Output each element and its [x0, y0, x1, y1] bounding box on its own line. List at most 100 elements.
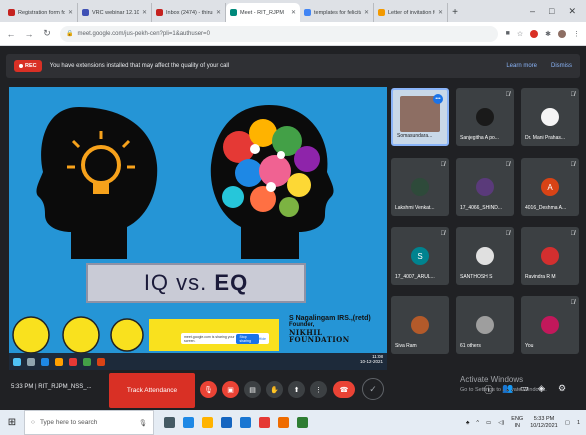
- participant-tile[interactable]: ••• Somasundara...: [391, 88, 449, 146]
- browser-tab[interactable]: VRC webinar 12.10.20✕: [78, 3, 152, 22]
- stop-sharing-button[interactable]: Stop sharing: [236, 333, 259, 344]
- participant-tile[interactable]: S 🎙̸ 17_4007_ARUL...: [391, 227, 449, 285]
- microphone-icon[interactable]: 🎙: [139, 419, 147, 427]
- lang-line2: IN: [514, 422, 520, 429]
- tab-close-icon[interactable]: ✕: [291, 9, 296, 16]
- participant-name: 4016_Deshma A...: [525, 205, 567, 211]
- learn-more-link[interactable]: Learn more: [506, 63, 537, 69]
- new-tab-button[interactable]: +: [448, 3, 462, 22]
- taskbar-clock[interactable]: 5:33 PM 10/12/2021: [530, 416, 558, 430]
- participant-name: SANTHOSH S: [460, 274, 493, 280]
- mic-off-icon[interactable]: 🎙: [200, 381, 217, 398]
- menu-icon[interactable]: ⋮: [573, 30, 580, 38]
- extension-icon[interactable]: [530, 29, 539, 38]
- browser-tab[interactable]: Meet - RIT_RJPM ✕: [226, 3, 300, 22]
- forward-icon[interactable]: →: [24, 29, 34, 39]
- network-icon[interactable]: ▭: [486, 420, 491, 426]
- lock-icon[interactable]: 🔒: [66, 30, 73, 37]
- tab-strip: Registration form for✕VRC webinar 12.10.…: [0, 0, 586, 22]
- participant-name: Siva Ram: [395, 343, 417, 349]
- chrome-icon[interactable]: [259, 417, 270, 428]
- participant-name: Sanjegitha A po...: [460, 135, 499, 141]
- attendance-check-icon[interactable]: ✓: [362, 378, 384, 400]
- participant-avatar: [541, 316, 559, 334]
- browser-tab[interactable]: Inbox (2474) - thirum ✕: [152, 3, 226, 22]
- camera-icon[interactable]: ■: [506, 30, 510, 37]
- recording-badge: REC: [14, 60, 42, 72]
- store-icon[interactable]: [221, 417, 232, 428]
- participant-tile[interactable]: 🎙̸ Sanjegitha A po...: [456, 88, 514, 146]
- participant-tile[interactable]: 🎙̸ Ravindra R M: [521, 227, 579, 285]
- tab-label: Letter of invitation fo: [388, 9, 435, 16]
- track-attendance-button[interactable]: Track Attendance: [109, 373, 195, 408]
- chevron-up-icon[interactable]: ^: [476, 420, 479, 426]
- browser-tab[interactable]: Registration form for ✕: [4, 3, 78, 22]
- people-tray-icon[interactable]: ♣: [466, 420, 470, 426]
- end-call-button[interactable]: ☎: [333, 381, 355, 398]
- meet-area: REC You have extensions installed that m…: [0, 47, 586, 410]
- participant-tile[interactable]: A 🎙̸ 4016_Deshma A...: [521, 158, 579, 216]
- chat-icon[interactable]: ▭: [520, 383, 529, 394]
- tab-close-icon[interactable]: ✕: [68, 9, 73, 16]
- tab-close-icon[interactable]: ✕: [364, 9, 369, 16]
- captions-icon[interactable]: ▤: [244, 381, 261, 398]
- people-icon[interactable]: 👥: [502, 383, 513, 394]
- participant-name: Somasundara...: [397, 133, 433, 139]
- lock-meeting-icon[interactable]: ⚙: [558, 383, 566, 394]
- info-icon[interactable]: ⓘ: [484, 383, 493, 396]
- profile-avatar[interactable]: [558, 29, 566, 38]
- maximize-button[interactable]: □: [549, 6, 554, 16]
- participant-tile[interactable]: 🎙̸ 17_4066_SHIND...: [456, 158, 514, 216]
- shared-screen-taskbar: 11:08 10-12-2021: [9, 353, 387, 370]
- participant-tile[interactable]: 🎙̸ Lakshmi Venkat...: [391, 158, 449, 216]
- close-window-button[interactable]: ✕: [568, 6, 576, 17]
- iq-vs-eq-title: IQ vs. EQ: [86, 263, 306, 303]
- mic-muted-icon: 🎙̸: [440, 162, 446, 168]
- more-options-icon[interactable]: ⋮: [310, 381, 327, 398]
- search-icon: ○: [31, 419, 35, 426]
- browser-tab[interactable]: Letter of invitation fo ✕: [374, 3, 448, 22]
- puzzle-icon[interactable]: ✱: [545, 30, 551, 38]
- app-icon[interactable]: [278, 417, 289, 428]
- participant-tile[interactable]: 🎙̸ Dr. Mani Prahas...: [521, 88, 579, 146]
- participant-tile[interactable]: 🎙̸ SANTHOSH S: [456, 227, 514, 285]
- record-icon: [19, 64, 23, 68]
- present-icon[interactable]: ⬆: [288, 381, 305, 398]
- participant-name: Lakshmi Venkat...: [395, 205, 435, 211]
- taskbar-search[interactable]: ○ Type here to search 🎙: [24, 410, 154, 435]
- address-bar[interactable]: 🔒 meet.google.com/jus-pekh-cen?pli=1&aut…: [60, 25, 498, 42]
- tab-close-icon[interactable]: ✕: [216, 9, 221, 16]
- camera-off-icon[interactable]: ▣: [222, 381, 239, 398]
- tab-close-icon[interactable]: ✕: [142, 9, 147, 16]
- folder-icon: [55, 357, 63, 366]
- activities-icon[interactable]: ◈: [538, 383, 545, 394]
- browser-tab[interactable]: templates for felicitat ✕: [300, 3, 374, 22]
- raise-hand-icon[interactable]: ✋: [266, 381, 283, 398]
- language-indicator[interactable]: ENG IN: [511, 416, 523, 430]
- file-explorer-icon[interactable]: [202, 417, 213, 428]
- dismiss-link[interactable]: Dismiss: [551, 63, 572, 69]
- volume-icon[interactable]: ◁): [498, 420, 504, 426]
- participant-avatar: A: [541, 178, 559, 196]
- participant-tile[interactable]: 🎙̸ You: [521, 296, 579, 354]
- participant-avatar: [476, 108, 494, 126]
- minimize-button[interactable]: –: [530, 6, 535, 16]
- participant-avatar: [541, 108, 559, 126]
- task-view-icon[interactable]: [164, 417, 175, 428]
- notification-icon[interactable]: ▢: [565, 420, 570, 426]
- back-icon[interactable]: ←: [6, 29, 16, 39]
- hide-button[interactable]: Hide: [259, 337, 266, 341]
- participant-tile[interactable]: 61 others: [456, 296, 514, 354]
- mail-icon[interactable]: [240, 417, 251, 428]
- app-icon: [83, 357, 91, 366]
- windows-taskbar: ⊞ ○ Type here to search 🎙 ♣ ^ ▭ ◁) ENG I…: [0, 410, 586, 435]
- reload-icon[interactable]: ↻: [42, 28, 52, 39]
- edge-icon[interactable]: [183, 417, 194, 428]
- participant-tile[interactable]: Siva Ram: [391, 296, 449, 354]
- browser-toolbar-icons: ■ ☆ ✱ ⋮: [506, 29, 580, 38]
- tab-close-icon[interactable]: ✕: [438, 9, 443, 16]
- star-icon[interactable]: ☆: [517, 30, 523, 38]
- clock-time: 5:33 PM: [533, 415, 555, 422]
- excel-icon[interactable]: [297, 417, 308, 428]
- start-button[interactable]: ⊞: [0, 410, 24, 435]
